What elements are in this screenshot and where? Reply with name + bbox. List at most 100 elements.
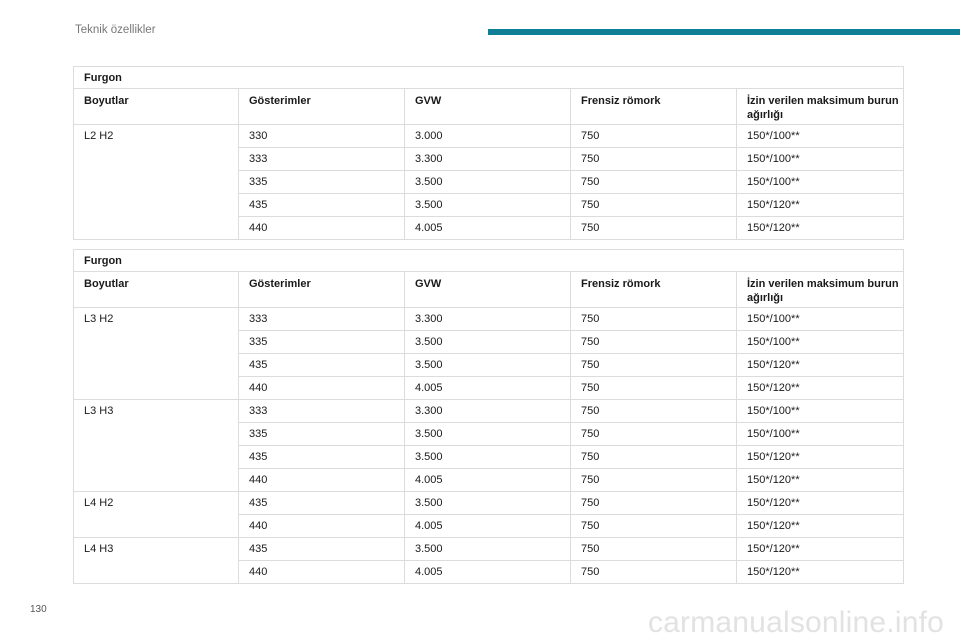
table-cell: 3.500 [404, 491, 571, 515]
column-header: Boyutlar [73, 88, 239, 125]
table-cell: 750 [570, 147, 737, 171]
table-cell: 3.300 [404, 399, 571, 423]
table-cell: 750 [570, 353, 737, 377]
table-cell: 150*/100** [735, 422, 905, 446]
table-cell: 335 [238, 422, 405, 446]
table-cell: 750 [570, 376, 737, 400]
table-cell: 4.005 [404, 376, 571, 400]
column-header: Frensiz römork [570, 88, 737, 125]
table-cell: 150*/100** [735, 170, 905, 194]
table-cell: 750 [570, 399, 737, 423]
table-row: L2 H2 330 3.000 750 150*/100** [73, 124, 905, 240]
table-row: L4 H3 435 3.500 750 150*/120** [73, 537, 905, 584]
page-header-title: Teknik özellikler [75, 24, 156, 36]
table-cell: 150*/120** [735, 514, 905, 538]
table-cell: 335 [238, 330, 405, 354]
table-cell: 150*/100** [735, 399, 905, 423]
table-cell: 333 [238, 399, 405, 423]
table-cell: 440 [238, 216, 405, 240]
column-header: İzin verilen maksimum burun ağırlığı [735, 271, 905, 308]
table-row: L3 H3 333 3.300 750 150*/100** [73, 399, 905, 492]
table-cell: 435 [238, 445, 405, 469]
table-title: Furgon [72, 249, 905, 272]
table-cell: 750 [570, 445, 737, 469]
table-cell: 750 [570, 170, 737, 194]
column-header: Frensiz römork [570, 271, 737, 308]
table-cell: 150*/100** [735, 147, 905, 171]
table-cell: 150*/100** [735, 124, 905, 148]
table-cell: 150*/100** [735, 330, 905, 354]
table-cell: 750 [570, 537, 737, 561]
spec-table-2: Furgon Boyutlar Gösterimler GVW Frensiz römo… [72, 249, 905, 584]
dimension-cell: L4 H2 [73, 491, 239, 538]
table-cell: 750 [570, 468, 737, 492]
watermark: carmanualsonline.info [647, 606, 944, 639]
table-header-row: Boyutlar Gösterimler GVW Frensiz römork İzin… [73, 88, 905, 125]
column-header: Boyutlar [73, 271, 239, 308]
table-cell: 150*/120** [735, 468, 905, 492]
table-cell: 3.500 [404, 422, 571, 446]
table-cell: 750 [570, 422, 737, 446]
table-row: L4 H2 435 3.500 750 150*/120** [73, 491, 905, 538]
table-cell: 150*/120** [735, 353, 905, 377]
table-cell: 4.005 [404, 560, 571, 584]
table-cell: 4.005 [404, 216, 571, 240]
column-header: GVW [404, 88, 571, 125]
table-cell: 333 [238, 307, 405, 331]
column-header: İzin verilen maksimum burun ağırlığı [735, 88, 905, 125]
table-cell: 3.500 [404, 330, 571, 354]
table-cell: 333 [238, 147, 405, 171]
table-cell: 150*/120** [735, 491, 905, 515]
dimension-cell: L3 H2 [73, 307, 239, 400]
column-header: Gösterimler [238, 271, 405, 308]
table-cell: 3.300 [404, 147, 571, 171]
table-cell: 3.500 [404, 353, 571, 377]
table-cell: 3.300 [404, 307, 571, 331]
column-header: Gösterimler [238, 88, 405, 125]
table-cell: 3.500 [404, 537, 571, 561]
table-cell: 150*/120** [735, 193, 905, 217]
spec-table-1: Furgon Boyutlar Gösterimler GVW Frensiz römo… [72, 66, 905, 240]
dimension-cell: L3 H3 [73, 399, 239, 492]
table-cell: 750 [570, 514, 737, 538]
header-accent-bar [488, 29, 960, 35]
table-cell: 750 [570, 560, 737, 584]
column-header: GVW [404, 271, 571, 308]
table-cell: 4.005 [404, 514, 571, 538]
table-title: Furgon [72, 66, 905, 89]
table-cell: 435 [238, 491, 405, 515]
table-cell: 750 [570, 216, 737, 240]
dimension-cell: L4 H3 [73, 537, 239, 584]
table-cell: 150*/100** [735, 307, 905, 331]
table-cell: 750 [570, 330, 737, 354]
table-cell: 435 [238, 537, 405, 561]
table-cell: 330 [238, 124, 405, 148]
table-title-row: Furgon [72, 66, 905, 89]
table-cell: 750 [570, 124, 737, 148]
page-number: 130 [30, 604, 47, 615]
table-cell: 150*/120** [735, 445, 905, 469]
table-cell: 440 [238, 468, 405, 492]
table-header-row: Boyutlar Gösterimler GVW Frensiz römork İzin… [73, 271, 905, 308]
table-cell: 750 [570, 193, 737, 217]
table-cell: 150*/120** [735, 216, 905, 240]
table-cell: 3.500 [404, 193, 571, 217]
table-cell: 435 [238, 353, 405, 377]
table-cell: 3.500 [404, 170, 571, 194]
table-cell: 335 [238, 170, 405, 194]
table-cell: 150*/120** [735, 537, 905, 561]
table-title-row: Furgon [72, 249, 905, 272]
table-cell: 435 [238, 193, 405, 217]
dimension-cell: L2 H2 [73, 124, 239, 240]
table-cell: 4.005 [404, 468, 571, 492]
table-row: L3 H2 333 3.300 750 150*/100** [73, 307, 905, 400]
table-cell: 750 [570, 307, 737, 331]
table-cell: 440 [238, 560, 405, 584]
table-cell: 3.500 [404, 445, 571, 469]
table-cell: 150*/120** [735, 376, 905, 400]
table-cell: 3.000 [404, 124, 571, 148]
table-cell: 440 [238, 376, 405, 400]
table-cell: 440 [238, 514, 405, 538]
table-cell: 150*/120** [735, 560, 905, 584]
table-cell: 750 [570, 491, 737, 515]
